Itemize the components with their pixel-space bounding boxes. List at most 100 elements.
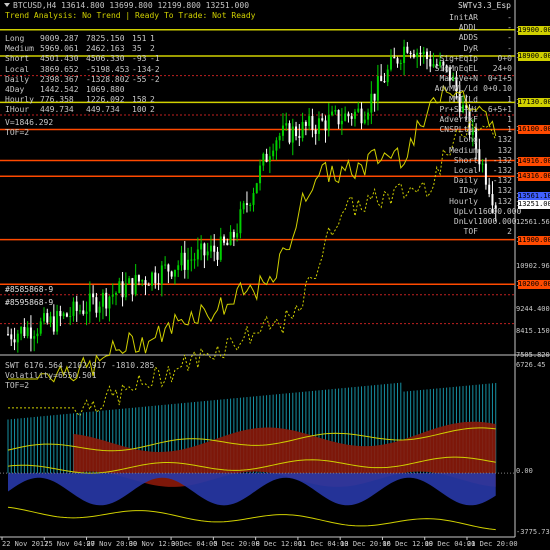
stat-label: IHour xyxy=(5,105,30,115)
stat-right-label: Medium xyxy=(449,145,478,155)
volatility-value: Volatility=6550.501 xyxy=(5,371,97,380)
stat-right-value: 24+0 xyxy=(492,64,512,73)
stat-right-label: DnLvl xyxy=(453,217,478,226)
candle-body xyxy=(154,272,157,284)
candle-body xyxy=(357,108,360,112)
stat-right-label: DyR xyxy=(463,43,478,53)
candle-body xyxy=(327,115,330,131)
candle-body xyxy=(367,112,370,120)
price-tag: 10200.000 xyxy=(518,280,550,290)
sub-axis-top: 6726.45 xyxy=(516,361,546,369)
price-axis-label: 9244.400 xyxy=(516,305,550,314)
price-tag: 16100.000 xyxy=(518,125,550,135)
mt4-chart-window: BTCUSD,H4 13614.800 13699.800 12199.800 … xyxy=(0,0,550,550)
candle-body xyxy=(380,76,383,82)
candle-body xyxy=(295,126,298,137)
stat-extra: V=1846.292 xyxy=(5,118,54,127)
candle-body xyxy=(203,243,206,256)
candle-body xyxy=(88,293,91,312)
stat-label: Short xyxy=(5,54,30,64)
stat-label: Local xyxy=(5,64,30,74)
candle-body xyxy=(206,251,209,256)
stat-label: Daily xyxy=(5,74,30,84)
candle-body xyxy=(403,46,406,63)
stat-right-label: InitAR xyxy=(449,13,478,22)
candle-body xyxy=(399,62,402,64)
candle-body xyxy=(317,118,320,134)
candle-body xyxy=(308,116,311,126)
stat-right-label: Sig+EqIp xyxy=(439,53,478,63)
stat-value-c: 100 xyxy=(132,105,147,115)
candle-body xyxy=(285,123,288,126)
candle-body xyxy=(386,69,389,83)
time-axis-label: 5 Dec 20:00 xyxy=(213,540,260,548)
candle-body xyxy=(131,278,134,295)
candle-body xyxy=(298,136,301,138)
candle-body xyxy=(170,271,173,277)
stat-value-b: 1069.880 xyxy=(86,85,125,94)
stat-right-label: Pr+St+Hi xyxy=(439,104,478,114)
oscillator-area xyxy=(8,473,496,506)
price-tag: 11900.000 xyxy=(518,235,550,245)
stat-value-a: 3869.652 xyxy=(40,64,79,74)
stat-value-c: -134 xyxy=(132,64,152,74)
candle-body xyxy=(134,275,137,295)
candle-body xyxy=(304,122,307,126)
candle-body xyxy=(36,333,39,337)
candle-body xyxy=(33,336,36,339)
candle-body xyxy=(245,203,248,206)
candle-body xyxy=(373,93,376,101)
candle-body xyxy=(85,311,88,314)
candle-body xyxy=(409,52,412,55)
candle-body xyxy=(43,313,46,322)
candle-body xyxy=(259,165,262,184)
candle-body xyxy=(242,203,245,210)
stat-right-value: 0+1+5 xyxy=(487,74,512,84)
candle-body xyxy=(173,269,176,277)
price-tag: 14916.000 xyxy=(518,156,550,166)
price-axis-label: 8415.150 xyxy=(516,327,550,336)
stat-right-label: IDay xyxy=(458,186,478,196)
stat-value-d: 1 xyxy=(150,34,155,43)
stat-value-d: -1 xyxy=(150,54,160,64)
candle-body xyxy=(180,252,183,266)
candle-body xyxy=(389,56,392,70)
stat-right-value: 1000.000 xyxy=(478,217,517,226)
stat-label: 4Day xyxy=(5,85,25,94)
candle-body xyxy=(200,243,203,250)
trend-status: Trend Analysis: No Trend | Ready To Trad… xyxy=(5,11,256,20)
candle-body xyxy=(324,120,327,131)
stat-right-label: Local xyxy=(453,166,478,175)
candle-body xyxy=(226,242,229,246)
candle-body xyxy=(137,275,140,282)
stat-right-label: Max+Ve+N xyxy=(439,74,478,84)
candle-body xyxy=(128,278,131,284)
candle-body xyxy=(29,327,32,339)
stat-right-value: 132 xyxy=(497,145,512,155)
indicator-name: SWTv3.3_Esp xyxy=(458,1,511,10)
price-axis-label: 12561.560 xyxy=(516,218,550,227)
stat-value-b: -5198.453 xyxy=(86,64,130,74)
candle-body xyxy=(360,108,363,124)
stat-value-d: 2 xyxy=(150,95,155,105)
stat-right-label: TOF xyxy=(463,227,478,237)
stat-value-b: 7825.150 xyxy=(86,34,125,43)
stat-right-value: - xyxy=(507,13,512,22)
price-tag: 19900.000 xyxy=(518,25,550,35)
candle-body xyxy=(52,316,55,332)
price-tag: 18900.000 xyxy=(518,51,550,61)
stat-value-c: 151 xyxy=(132,34,147,43)
candle-body xyxy=(278,135,281,141)
candle-body xyxy=(376,76,379,101)
time-axis-label: 21 Dec 20:00 xyxy=(467,540,518,548)
candle-body xyxy=(209,245,212,252)
candle-body xyxy=(69,315,72,317)
candle-body xyxy=(239,209,242,234)
stat-right-value: -132 xyxy=(492,166,512,175)
candle-body xyxy=(314,129,317,134)
time-axis-label: 3 Dec 04:00 xyxy=(171,540,218,548)
candle-body xyxy=(190,259,193,261)
stat-right-label: SigMnEqEL xyxy=(434,64,478,73)
price-axis-label: 10902.960 xyxy=(516,261,550,270)
candle-body xyxy=(141,280,144,282)
